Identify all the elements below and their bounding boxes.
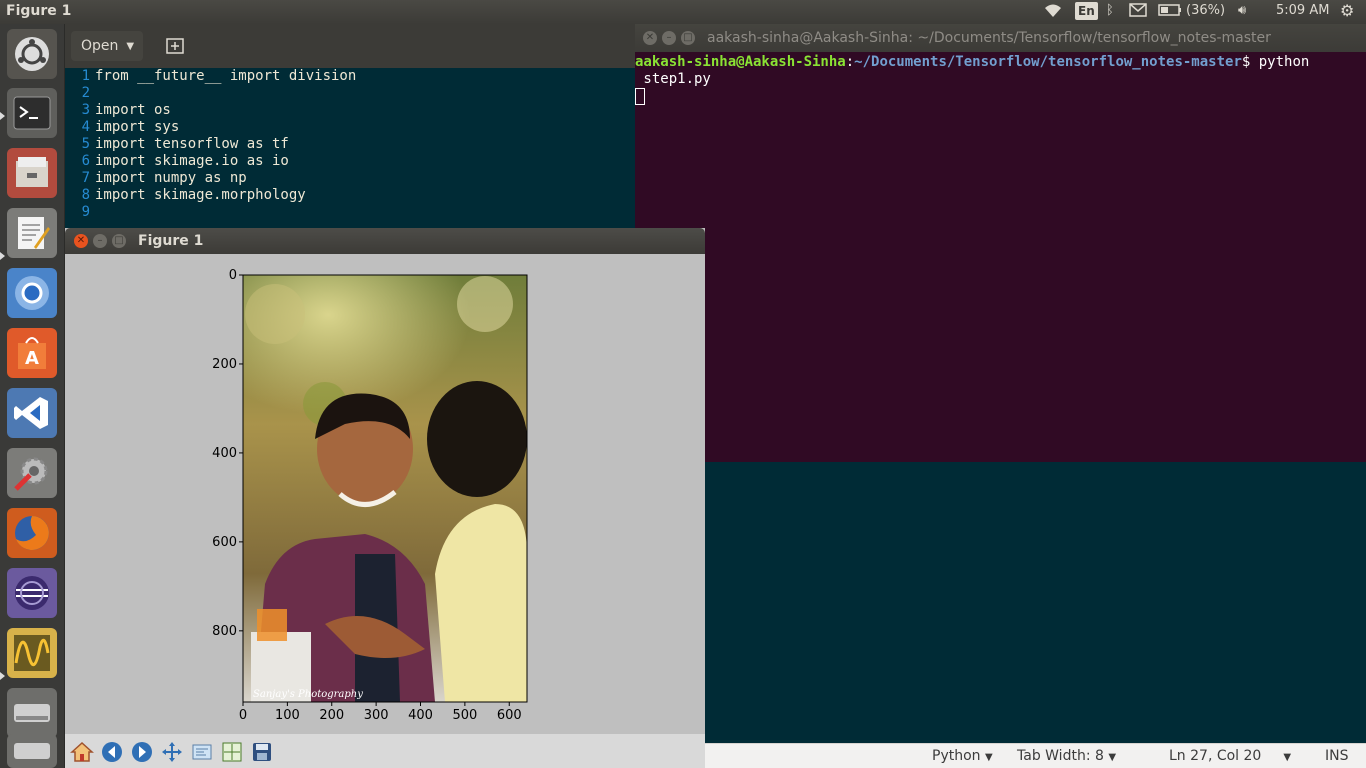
language-selector[interactable]: Python ▼ [932, 748, 993, 764]
back-arrow-icon [102, 742, 122, 762]
chevron-down-icon: ▼ [126, 40, 135, 52]
code-line: 4 import sys [81, 119, 180, 135]
volume-icon[interactable]: 🔊︎ [1238, 3, 1246, 18]
y-axis: 0 200 400 600 800 [212, 268, 243, 639]
zoom-rect-icon [192, 744, 212, 760]
x-tick-label: 500 [452, 708, 477, 723]
close-icon[interactable]: ✕ [643, 31, 657, 45]
battery-icon[interactable] [1158, 3, 1182, 21]
gedit-statusbar: Python ▼ Tab Width: 8 ▼ Ln 27, Col 20 ▼ I… [705, 743, 1366, 768]
oscilloscope-icon[interactable] [7, 628, 57, 678]
y-tick-label: 400 [212, 446, 237, 461]
photo-image: Sanjay's Photography [243, 275, 527, 702]
terminal-body[interactable]: aakash-sinha@Aakash-Sinha:~/Documents/Te… [635, 52, 1366, 462]
tab-width-selector[interactable]: Tab Width: 8 ▼ [1017, 748, 1116, 764]
forward-button[interactable] [128, 738, 156, 766]
code-line: 7 import numpy as np [81, 170, 247, 186]
x-tick-label: 400 [408, 708, 433, 723]
figure-canvas[interactable]: Sanjay's Photography 0 200 400 600 800 0 100 2… [65, 254, 705, 734]
disk-drive-icon[interactable] [7, 734, 57, 768]
y-tick-label: 200 [212, 357, 237, 372]
figure-title: Figure 1 [138, 233, 204, 249]
cursor-position[interactable]: Ln 27, Col 20 ▼ [1169, 748, 1291, 764]
code-line: 5 import tensorflow as tf [81, 136, 289, 152]
text-editor-icon[interactable] [7, 208, 57, 258]
back-button[interactable] [98, 738, 126, 766]
open-button[interactable]: Open ▼ [71, 31, 143, 61]
bluetooth-icon[interactable]: ᛒ [1106, 3, 1114, 18]
terminal-cursor [635, 88, 645, 105]
eclipse-icon[interactable] [7, 568, 57, 618]
new-tab-button[interactable] [157, 31, 193, 61]
battery-percent: (36%) [1186, 3, 1226, 18]
y-tick-label: 600 [212, 535, 237, 550]
forward-arrow-icon [132, 742, 152, 762]
new-document-icon [166, 38, 184, 54]
subplots-button[interactable] [218, 738, 246, 766]
mail-icon[interactable] [1129, 3, 1147, 21]
x-axis: 0 100 200 300 400 500 600 [239, 702, 522, 723]
image-watermark: Sanjay's Photography [253, 689, 363, 700]
x-tick-label: 100 [275, 708, 300, 723]
y-tick-label: 800 [212, 624, 237, 639]
x-tick-label: 200 [319, 708, 344, 723]
running-indicator [0, 112, 5, 120]
figure-toolbar [65, 734, 705, 768]
terminal-titlebar[interactable]: ✕ – □ aakash-sinha@Aakash-Sinha: ~/Docum… [635, 24, 1366, 52]
pan-cross-icon [162, 742, 182, 762]
open-label: Open [81, 38, 119, 54]
floppy-disk-icon [253, 743, 271, 761]
code-line: 3 import os [81, 102, 171, 118]
zoom-button[interactable] [188, 738, 216, 766]
terminal-prompt-line: aakash-sinha@Aakash-Sinha:~/Documents/Te… [635, 54, 1310, 70]
clock[interactable]: 5:09 AM [1276, 3, 1329, 18]
gedit-header-bar: Open ▼ [65, 24, 635, 68]
y-tick-label: 0 [229, 268, 237, 283]
ubuntu-dash-icon[interactable] [7, 29, 57, 79]
code-line: 2 [81, 85, 90, 101]
minimize-icon[interactable]: – [662, 31, 676, 45]
image-plot: Sanjay's Photography 0 200 400 600 800 0 100 2… [212, 268, 528, 723]
terminal-title: aakash-sinha@Aakash-Sinha: ~/Documents/T… [707, 30, 1271, 46]
pan-button[interactable] [158, 738, 186, 766]
insert-mode: INS [1325, 748, 1349, 764]
code-line: 6 import skimage.io as io [81, 153, 289, 169]
firefox-icon[interactable] [7, 508, 57, 558]
vscode-icon[interactable] [7, 388, 57, 438]
terminal-window[interactable]: ✕ – □ aakash-sinha@Aakash-Sinha: ~/Docum… [635, 24, 1366, 462]
figure-titlebar[interactable]: ✕ – □ Figure 1 [65, 228, 705, 254]
minimize-icon[interactable]: – [93, 234, 107, 248]
system-settings-icon[interactable] [7, 448, 57, 498]
keyboard-layout-indicator[interactable]: En [1075, 2, 1098, 20]
x-tick-label: 300 [364, 708, 389, 723]
wifi-icon[interactable] [1044, 3, 1062, 23]
matplotlib-figure-window[interactable]: ✕ – □ Figure 1 Sanjay's Photography 0 20… [65, 228, 705, 768]
terminal-command-wrap: step1.py [635, 71, 711, 87]
files-icon[interactable] [7, 148, 57, 198]
software-center-icon[interactable]: A [7, 328, 57, 378]
x-tick-label: 600 [497, 708, 522, 723]
maximize-icon[interactable]: □ [112, 234, 126, 248]
close-icon[interactable]: ✕ [74, 234, 88, 248]
running-indicator [0, 252, 5, 260]
terminal-icon[interactable] [7, 88, 57, 138]
power-gear-icon[interactable]: ⚙ [1340, 1, 1354, 20]
code-line: 1 from __future__ import division [81, 68, 357, 84]
subplots-adjust-icon [222, 742, 242, 762]
save-button[interactable] [248, 738, 276, 766]
home-button[interactable] [68, 738, 96, 766]
maximize-icon[interactable]: □ [681, 31, 695, 45]
running-indicator [0, 672, 5, 680]
chromium-icon[interactable] [7, 268, 57, 318]
code-line: 8 import skimage.morphology [81, 187, 306, 203]
disk-drive-icon[interactable] [7, 688, 57, 738]
code-line: 9 [81, 204, 90, 220]
home-icon [70, 741, 94, 762]
launcher: A [0, 24, 65, 768]
svg-text:A: A [25, 348, 39, 369]
x-tick-label: 0 [239, 708, 247, 723]
top-panel: Figure 1 En ᛒ (36%) 🔊︎ 5:09 AM ⚙ [0, 0, 1366, 24]
active-window-title: Figure 1 [6, 3, 72, 19]
